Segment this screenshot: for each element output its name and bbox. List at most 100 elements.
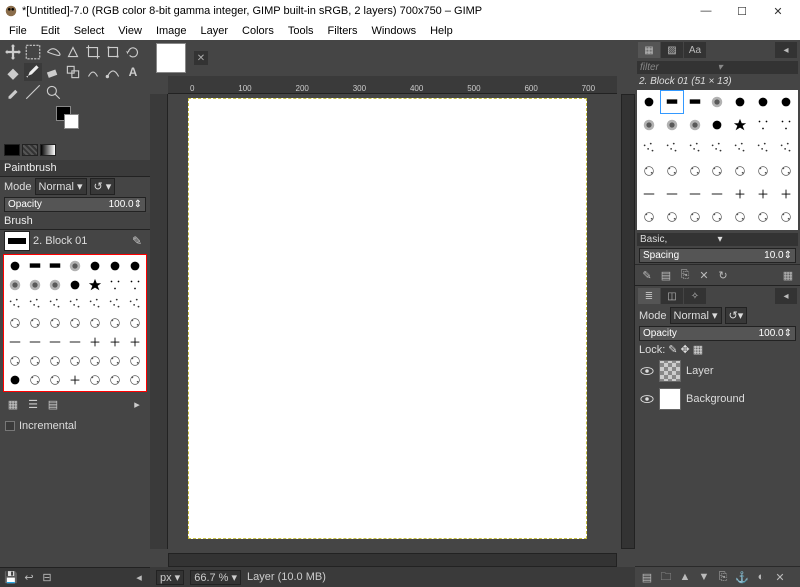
view-small-icon[interactable]: ▦ bbox=[5, 397, 21, 413]
menu-image[interactable]: Image bbox=[151, 24, 192, 38]
spacing-slider[interactable]: Spacing10.0⇕ bbox=[639, 248, 796, 263]
brush-item[interactable] bbox=[125, 390, 144, 392]
brush-item[interactable] bbox=[707, 183, 729, 205]
tool-rect-select[interactable] bbox=[24, 43, 42, 61]
tool-path[interactable] bbox=[104, 63, 122, 81]
tool-color-picker[interactable] bbox=[4, 83, 22, 101]
brush-item[interactable] bbox=[66, 390, 85, 392]
active-gradient-indicator[interactable] bbox=[40, 144, 56, 156]
layer-mode-reset[interactable]: ↺▾ bbox=[725, 307, 748, 324]
brush-item[interactable] bbox=[684, 206, 706, 228]
lower-layer-icon[interactable]: ▼ bbox=[696, 570, 712, 584]
brush-item[interactable] bbox=[775, 91, 797, 113]
brush-item[interactable] bbox=[66, 295, 85, 313]
brush-item[interactable] bbox=[26, 352, 45, 370]
visibility-icon[interactable] bbox=[640, 366, 654, 376]
tab-menu-icon-2[interactable]: ◂ bbox=[775, 288, 797, 304]
brush-item[interactable] bbox=[46, 390, 65, 392]
background-color[interactable] bbox=[64, 114, 79, 129]
tool-text[interactable]: A bbox=[124, 63, 142, 81]
brush-category-select[interactable]: Basic,▾ bbox=[637, 233, 798, 246]
brush-item[interactable] bbox=[661, 160, 683, 182]
tool-rotate[interactable] bbox=[124, 43, 142, 61]
brush-item[interactable] bbox=[684, 114, 706, 136]
brush-item[interactable] bbox=[6, 352, 25, 370]
menu-filters[interactable]: Filters bbox=[323, 24, 363, 38]
brush-preview[interactable] bbox=[4, 231, 30, 251]
brush-item[interactable] bbox=[105, 371, 124, 389]
menu-select[interactable]: Select bbox=[69, 24, 110, 38]
delete-preset-icon[interactable]: ⊟ bbox=[40, 571, 54, 585]
brush-item[interactable] bbox=[105, 333, 124, 351]
layer-opacity-slider[interactable]: Opacity100.0⇕ bbox=[639, 326, 796, 341]
view-list-icon[interactable]: ☰ bbox=[25, 397, 41, 413]
brush-item[interactable] bbox=[66, 333, 85, 351]
brush-item[interactable] bbox=[775, 137, 797, 159]
image-tab-thumb[interactable] bbox=[156, 43, 186, 73]
brush-item[interactable] bbox=[125, 276, 144, 294]
brush-item[interactable] bbox=[125, 371, 144, 389]
new-group-icon[interactable]: 🗀 bbox=[658, 570, 674, 584]
brush-item[interactable] bbox=[85, 257, 104, 275]
brush-item[interactable] bbox=[46, 295, 65, 313]
brush-item[interactable] bbox=[85, 276, 104, 294]
tool-zoom[interactable] bbox=[44, 83, 62, 101]
brush-item[interactable] bbox=[775, 160, 797, 182]
brush-item[interactable] bbox=[684, 160, 706, 182]
reset-icon[interactable]: ◂ bbox=[132, 571, 146, 585]
duplicate-brush-icon[interactable]: ⎘ bbox=[677, 268, 693, 282]
tool-transform[interactable] bbox=[104, 43, 122, 61]
brush-item[interactable] bbox=[6, 257, 25, 275]
menu-view[interactable]: View bbox=[113, 24, 147, 38]
brush-item[interactable] bbox=[638, 206, 660, 228]
mode-select[interactable]: Normal▾ bbox=[35, 178, 87, 195]
brush-item[interactable] bbox=[6, 371, 25, 389]
brush-item[interactable] bbox=[46, 371, 65, 389]
brush-item[interactable] bbox=[752, 206, 774, 228]
tool-crop[interactable] bbox=[84, 43, 102, 61]
menu-windows[interactable]: Windows bbox=[366, 24, 421, 38]
brush-item[interactable] bbox=[684, 183, 706, 205]
brush-item[interactable] bbox=[46, 314, 65, 332]
tool-fuzzy-select[interactable] bbox=[64, 43, 82, 61]
brush-item[interactable] bbox=[661, 206, 683, 228]
tab-layers[interactable]: ≣ bbox=[638, 288, 660, 304]
brush-item[interactable] bbox=[707, 160, 729, 182]
brush-item[interactable] bbox=[85, 352, 104, 370]
menu-edit[interactable]: Edit bbox=[36, 24, 65, 38]
brush-item[interactable] bbox=[66, 352, 85, 370]
menu-tools[interactable]: Tools bbox=[283, 24, 319, 38]
brush-item[interactable] bbox=[125, 333, 144, 351]
brush-item[interactable] bbox=[26, 295, 45, 313]
lock-position-icon[interactable]: ✥ bbox=[681, 343, 690, 356]
brush-grid[interactable] bbox=[3, 254, 147, 392]
brush-item[interactable] bbox=[729, 91, 751, 113]
brush-item[interactable] bbox=[105, 295, 124, 313]
lock-pixels-icon[interactable]: ✎ bbox=[668, 343, 677, 356]
tool-free-select[interactable] bbox=[44, 43, 62, 61]
brush-item[interactable] bbox=[684, 137, 706, 159]
close-button[interactable]: ✕ bbox=[760, 0, 796, 22]
brush-item[interactable] bbox=[707, 137, 729, 159]
brush-item[interactable] bbox=[6, 390, 25, 392]
zoom-select[interactable]: 66.7 % ▾ bbox=[190, 570, 241, 585]
brush-item[interactable] bbox=[66, 257, 85, 275]
tool-measure[interactable] bbox=[24, 83, 42, 101]
brush-item[interactable] bbox=[46, 257, 65, 275]
brush-item[interactable] bbox=[752, 91, 774, 113]
brush-item[interactable] bbox=[661, 91, 683, 113]
incremental-checkbox[interactable]: Incremental bbox=[0, 416, 150, 436]
horizontal-scrollbar[interactable] bbox=[168, 553, 617, 567]
view-grid-icon[interactable]: ▤ bbox=[45, 397, 61, 413]
brush-item[interactable] bbox=[105, 390, 124, 392]
opacity-slider[interactable]: Opacity 100.0⇕ bbox=[4, 197, 146, 212]
tab-paths[interactable]: ✧ bbox=[684, 288, 706, 304]
brush-item[interactable] bbox=[775, 206, 797, 228]
brush-item[interactable] bbox=[752, 183, 774, 205]
brush-filter-input[interactable]: filter▾ bbox=[637, 61, 798, 74]
unit-select[interactable]: px ▾ bbox=[156, 570, 184, 585]
brush-item[interactable] bbox=[46, 352, 65, 370]
tab-menu-icon[interactable]: ◂ bbox=[775, 42, 797, 58]
brush-item[interactable] bbox=[125, 352, 144, 370]
brush-item[interactable] bbox=[26, 390, 45, 392]
